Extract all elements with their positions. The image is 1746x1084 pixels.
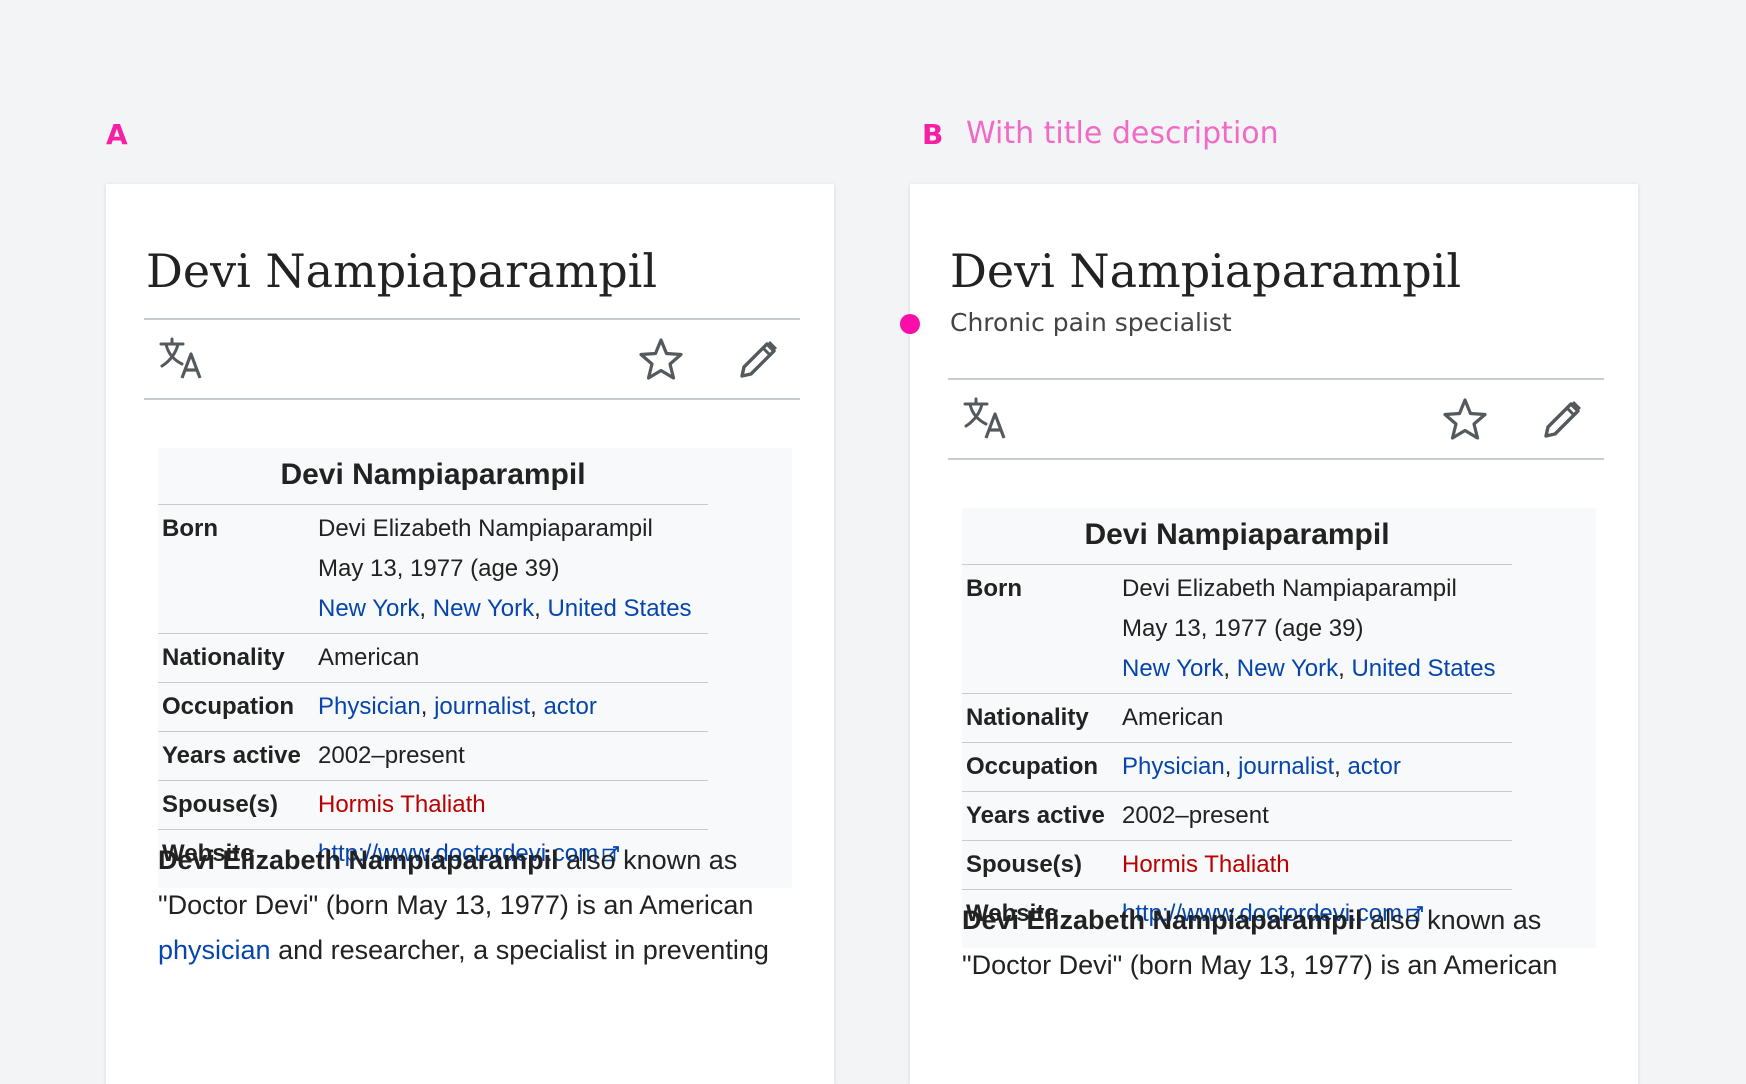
born-label: Born: [158, 505, 314, 634]
spouse-link[interactable]: Hormis Thaliath: [1122, 851, 1290, 878]
infobox-row-occupation: Occupation Physician, journalist, actor: [962, 742, 1512, 792]
occupation-link[interactable]: Physician: [318, 693, 421, 720]
born-date: May 13, 1977 (age 39): [318, 555, 560, 582]
occupation-link[interactable]: actor: [1347, 753, 1400, 780]
nationality-label: Nationality: [962, 693, 1118, 743]
born-name: Devi Elizabeth Nampiaparampil: [318, 515, 653, 542]
infobox-row-spouse: Spouse(s) Hormis Thaliath: [962, 840, 1512, 890]
born-value: Devi Elizabeth Nampiaparampil May 13, 19…: [314, 505, 708, 634]
nationality-label: Nationality: [158, 633, 314, 683]
title-description: Chronic pain specialist: [950, 308, 1232, 337]
born-date: May 13, 1977 (age 39): [1122, 615, 1364, 642]
lead-text-continued: and researcher, a specialist in preventi…: [270, 935, 769, 965]
star-icon[interactable]: [1442, 396, 1488, 442]
place-link-country[interactable]: United States: [547, 595, 691, 622]
born-label: Born: [962, 565, 1118, 694]
infobox-title: Devi Nampiaparampil: [962, 508, 1512, 565]
translate-icon[interactable]: [962, 396, 1008, 442]
born-place: New York, New York, United States: [1122, 655, 1496, 682]
occupation-value: Physician, journalist, actor: [314, 682, 708, 732]
nationality-value: American: [1118, 693, 1512, 743]
infobox-row-nationality: Nationality American: [962, 693, 1512, 743]
article-lead: Devi Elizabeth Nampiaparampil also known…: [962, 898, 1602, 988]
nationality-value: American: [314, 633, 708, 683]
spouse-value: Hormis Thaliath: [314, 780, 708, 830]
occupation-label: Occupation: [158, 682, 314, 732]
infobox-row-born: Born Devi Elizabeth Nampiaparampil May 1…: [962, 565, 1512, 694]
lead-bold-name: Devi Elizabeth Nampiaparampil: [158, 845, 559, 875]
spouse-link[interactable]: Hormis Thaliath: [318, 791, 486, 818]
lead-bold-name: Devi Elizabeth Nampiaparampil: [962, 905, 1363, 935]
place-link-city[interactable]: New York: [318, 595, 419, 622]
occupation-value: Physician, journalist, actor: [1118, 742, 1512, 792]
translate-icon[interactable]: [158, 336, 204, 382]
variant-b-label: B: [922, 118, 944, 151]
infobox-row-spouse: Spouse(s) Hormis Thaliath: [158, 780, 708, 830]
years-active-label: Years active: [158, 731, 314, 781]
infobox-title: Devi Nampiaparampil: [158, 448, 708, 505]
infobox-table: Born Devi Elizabeth Nampiaparampil May 1…: [962, 565, 1512, 938]
occupation-link[interactable]: journalist: [434, 693, 530, 720]
page-title: Devi Nampiaparampil: [146, 244, 658, 298]
infobox-row-years-active: Years active 2002–present: [158, 731, 708, 781]
lead-link-physician[interactable]: physician: [158, 935, 271, 965]
infobox: Devi Nampiaparampil Born Devi Elizabeth …: [962, 508, 1596, 948]
place-link-city[interactable]: New York: [1122, 655, 1223, 682]
place-link-state[interactable]: New York: [433, 595, 534, 622]
occupation-link[interactable]: Physician: [1122, 753, 1225, 780]
spouse-value: Hormis Thaliath: [1118, 840, 1512, 890]
spouse-label: Spouse(s): [962, 840, 1118, 890]
pencil-icon[interactable]: [736, 336, 782, 382]
years-active-label: Years active: [962, 791, 1118, 841]
infobox-table: Born Devi Elizabeth Nampiaparampil May 1…: [158, 505, 708, 878]
pencil-icon[interactable]: [1540, 396, 1586, 442]
occupation-link[interactable]: journalist: [1238, 753, 1334, 780]
page-title: Devi Nampiaparampil: [950, 244, 1462, 298]
infobox-row-years-active: Years active 2002–present: [962, 791, 1512, 841]
years-active-value: 2002–present: [1118, 791, 1512, 841]
born-place: New York, New York, United States: [318, 595, 692, 622]
born-value: Devi Elizabeth Nampiaparampil May 13, 19…: [1118, 565, 1512, 694]
star-icon[interactable]: [638, 336, 684, 382]
article-lead: Devi Elizabeth Nampiaparampil also known…: [158, 838, 798, 973]
article-toolbar: [948, 378, 1604, 460]
annotation-dot: [900, 314, 920, 334]
article-card-a: Devi Nampiaparampil Devi Nampiaparampil …: [106, 184, 834, 1084]
occupation-link[interactable]: actor: [543, 693, 596, 720]
occupation-label: Occupation: [962, 742, 1118, 792]
years-active-value: 2002–present: [314, 731, 708, 781]
infobox-row-occupation: Occupation Physician, journalist, actor: [158, 682, 708, 732]
born-name: Devi Elizabeth Nampiaparampil: [1122, 575, 1457, 602]
infobox-row-nationality: Nationality American: [158, 633, 708, 683]
place-link-state[interactable]: New York: [1237, 655, 1338, 682]
variant-a-label: A: [106, 118, 128, 151]
article-card-b: Devi Nampiaparampil Chronic pain special…: [910, 184, 1638, 1084]
infobox-row-born: Born Devi Elizabeth Nampiaparampil May 1…: [158, 505, 708, 634]
place-link-country[interactable]: United States: [1351, 655, 1495, 682]
variant-b-description: With title description: [966, 116, 1279, 151]
infobox: Devi Nampiaparampil Born Devi Elizabeth …: [158, 448, 792, 888]
article-toolbar: [144, 318, 800, 400]
spouse-label: Spouse(s): [158, 780, 314, 830]
